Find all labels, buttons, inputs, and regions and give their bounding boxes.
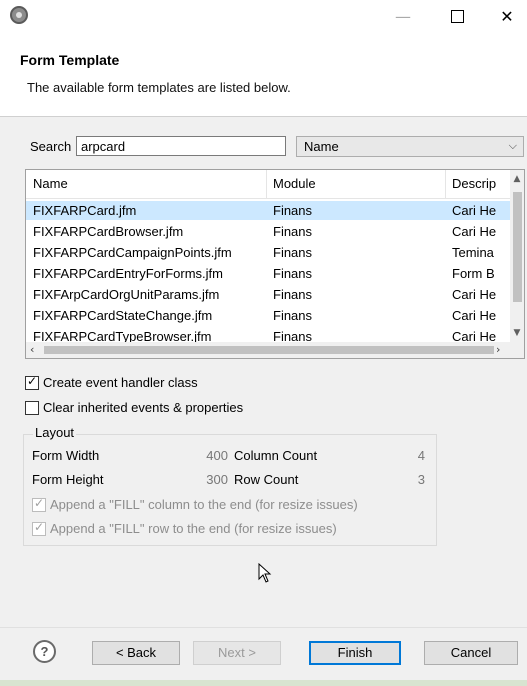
next-button[interactable]: Next > bbox=[193, 641, 281, 665]
vertical-scrollbar[interactable]: ▲ ▼ bbox=[510, 170, 524, 342]
cell-module: Finans bbox=[273, 266, 313, 281]
chevron-down-icon: ⌵ bbox=[508, 139, 517, 152]
cell-module: Finans bbox=[273, 287, 313, 302]
checkbox-box[interactable] bbox=[25, 401, 39, 415]
finish-button[interactable]: Finish bbox=[309, 641, 401, 665]
checkbox-label: Clear inherited events & properties bbox=[43, 400, 244, 415]
cell-description: Temina bbox=[452, 245, 494, 260]
background-strip bbox=[0, 680, 527, 686]
cell-module: Finans bbox=[273, 245, 313, 260]
app-icon bbox=[10, 6, 28, 24]
scroll-up-icon[interactable]: ▲ bbox=[512, 174, 522, 184]
cell-description: Cari He bbox=[452, 203, 497, 218]
mouse-cursor-icon bbox=[258, 563, 272, 583]
cell-module: Finans bbox=[273, 308, 313, 323]
cell-name: FIXFARPCardCampaignPoints.jfm bbox=[33, 245, 232, 260]
table-row[interactable]: FIXFArpCardOrgUnitParams.jfm Finans Cari… bbox=[26, 285, 514, 304]
close-button[interactable]: ✕ bbox=[487, 4, 527, 30]
cell-module: Finans bbox=[273, 224, 313, 239]
row-count-value: 3 bbox=[417, 472, 425, 487]
cell-name: FIXFArpCardOrgUnitParams.jfm bbox=[33, 287, 220, 302]
title-bar: — ✕ bbox=[0, 0, 527, 38]
column-header-name[interactable]: Name bbox=[33, 176, 265, 191]
scroll-thumb[interactable] bbox=[44, 346, 494, 354]
column-divider[interactable] bbox=[445, 170, 446, 198]
table-row[interactable]: FIXFARPCardStateChange.jfm Finans Cari H… bbox=[26, 306, 514, 325]
maximize-icon bbox=[450, 9, 464, 23]
table-row[interactable]: FIXFARPCard.jfm Finans Cari He bbox=[26, 201, 514, 220]
minimize-button[interactable]: — bbox=[383, 4, 423, 30]
checkbox-box[interactable] bbox=[32, 496, 46, 512]
table-header: Name Module Descrip bbox=[26, 170, 514, 199]
scroll-right-icon[interactable]: › bbox=[496, 343, 500, 356]
search-label: Search bbox=[30, 139, 72, 154]
page-title: Form Template bbox=[20, 52, 120, 68]
cancel-button[interactable]: Cancel bbox=[424, 641, 518, 665]
templates-table[interactable]: Name Module Descrip FIXFARPCard.jfm Fina… bbox=[25, 169, 525, 359]
form-width-value: 400 bbox=[206, 448, 228, 463]
cell-name: FIXFARPCardStateChange.jfm bbox=[33, 308, 213, 323]
cell-description: Form B bbox=[452, 266, 495, 281]
form-height-value: 300 bbox=[206, 472, 228, 487]
row-count-label: Row Count bbox=[234, 472, 299, 487]
cell-name: FIXFARPCard.jfm bbox=[33, 203, 137, 218]
help-icon[interactable]: ? bbox=[33, 640, 56, 663]
checkbox-box[interactable] bbox=[25, 374, 39, 390]
cell-description: Cari He bbox=[452, 308, 497, 323]
cell-description: Cari He bbox=[452, 224, 497, 239]
column-count-value: 4 bbox=[417, 448, 425, 463]
form-height-label: Form Height bbox=[32, 472, 104, 487]
column-divider[interactable] bbox=[266, 170, 267, 198]
layout-group-title: Layout bbox=[33, 425, 77, 440]
column-count-label: Column Count bbox=[234, 448, 318, 463]
checkbox-label: Append a "FILL" column to the end (for r… bbox=[50, 497, 358, 512]
checkbox-box[interactable] bbox=[32, 520, 46, 536]
maximize-button[interactable] bbox=[437, 4, 477, 30]
scroll-thumb[interactable] bbox=[513, 192, 522, 302]
column-header-module[interactable]: Module bbox=[273, 176, 443, 191]
cell-module: Finans bbox=[273, 203, 313, 218]
scroll-down-icon[interactable]: ▼ bbox=[512, 328, 522, 338]
cell-description: Cari He bbox=[452, 287, 497, 302]
search-input[interactable] bbox=[76, 136, 286, 156]
table-row[interactable]: FIXFARPCardEntryForForms.jfm Finans Form… bbox=[26, 264, 514, 283]
wizard-header: Form Template The available form templat… bbox=[0, 38, 527, 118]
back-button[interactable]: < Back bbox=[92, 641, 180, 665]
cell-name: FIXFARPCardEntryForForms.jfm bbox=[33, 266, 223, 281]
horizontal-scrollbar[interactable]: ‹ › bbox=[26, 342, 524, 358]
column-header-description[interactable]: Descrip bbox=[452, 176, 514, 191]
form-width-label: Form Width bbox=[32, 448, 100, 463]
cell-name: FIXFARPCardBrowser.jfm bbox=[33, 224, 184, 239]
table-row[interactable]: FIXFARPCardCampaignPoints.jfm Finans Tem… bbox=[26, 243, 514, 262]
search-field-combo[interactable]: Name ⌵ bbox=[296, 136, 524, 157]
combo-selected-value: Name bbox=[304, 139, 339, 154]
scroll-left-icon[interactable]: ‹ bbox=[30, 343, 34, 356]
checkbox-label: Create event handler class bbox=[43, 375, 198, 390]
checkbox-label: Append a "FILL" row to the end (for resi… bbox=[50, 521, 337, 536]
table-row[interactable]: FIXFARPCardBrowser.jfm Finans Cari He bbox=[26, 222, 514, 241]
page-description: The available form templates are listed … bbox=[27, 80, 291, 95]
